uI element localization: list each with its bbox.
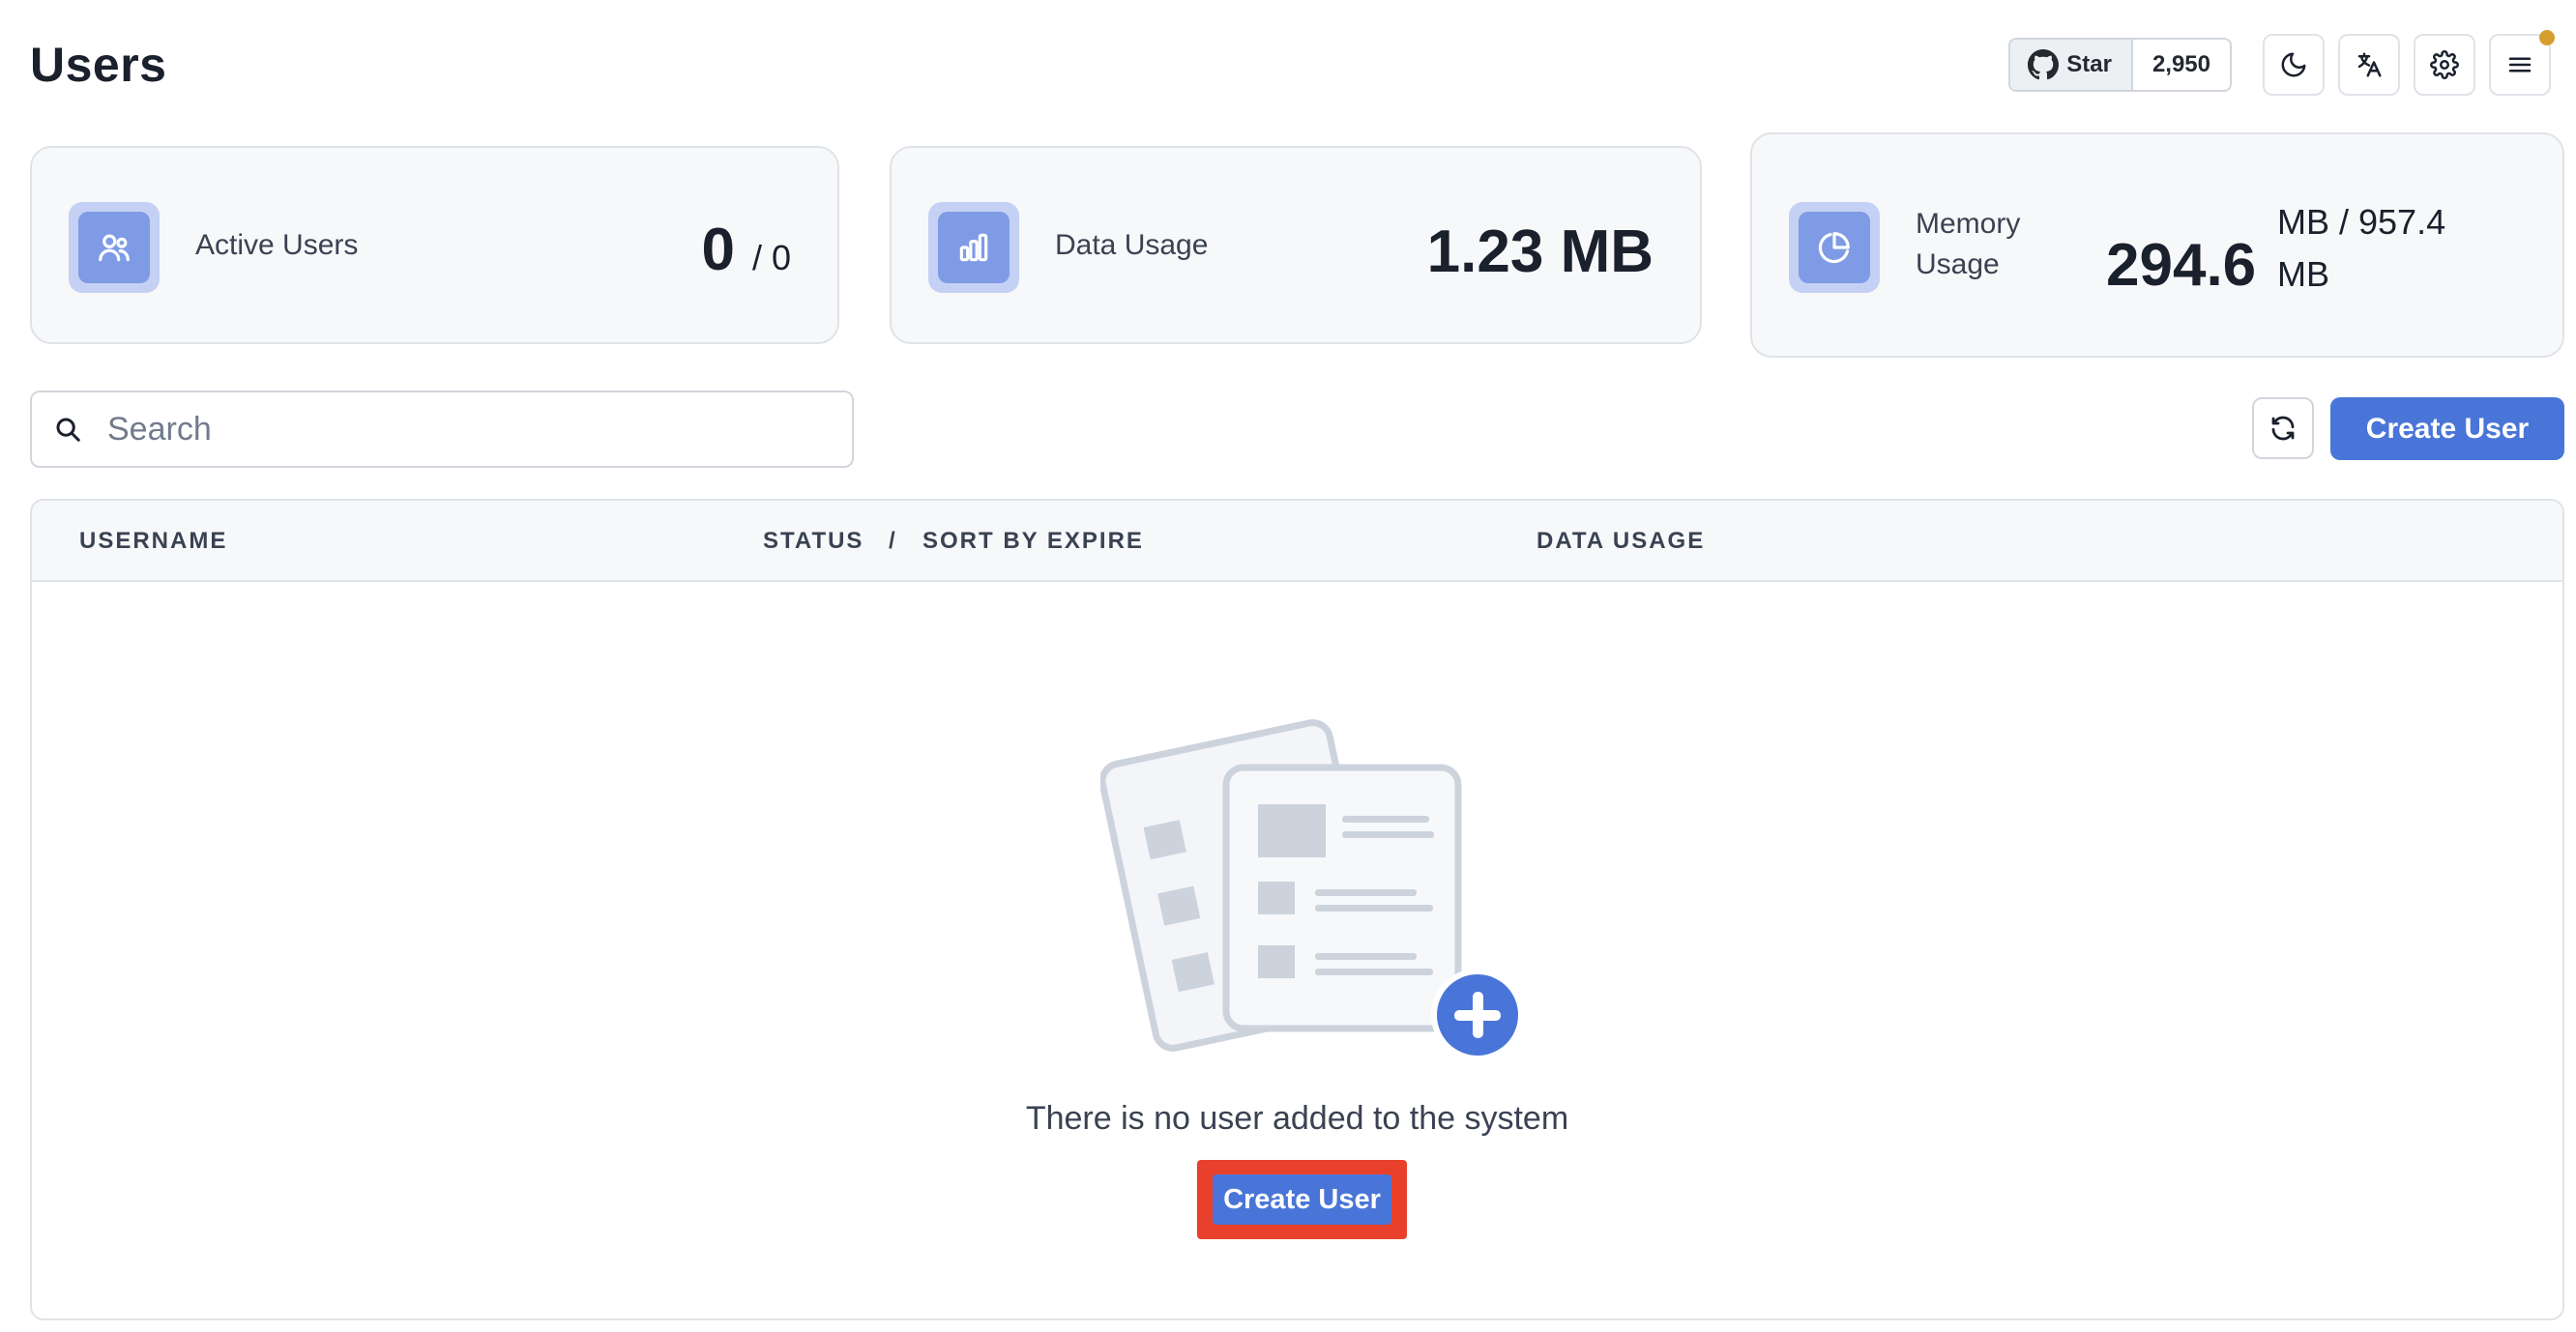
create-user-button[interactable]: Create User <box>2330 397 2564 460</box>
data-usage-value: 1.23 MB <box>1426 218 1654 285</box>
language-button[interactable] <box>2338 34 2400 96</box>
memory-usage-unit: MB / 957.4 MB <box>2277 202 2446 294</box>
empty-state-create-user-button[interactable]: Create User <box>1213 1174 1391 1225</box>
data-usage-label: Data Usage <box>1055 229 1209 261</box>
translate-icon <box>2357 52 2382 77</box>
search-input[interactable] <box>107 410 842 449</box>
active-users-value: 0 / 0 <box>701 216 791 284</box>
users-icon <box>99 234 130 262</box>
search-box[interactable] <box>30 391 854 468</box>
github-star-count[interactable]: 2,950 <box>2132 40 2230 90</box>
notification-dot <box>2539 30 2555 45</box>
menu-button[interactable] <box>2489 30 2555 96</box>
active-users-total: / 0 <box>751 238 791 277</box>
bar-chart-icon <box>959 233 988 262</box>
active-users-count: 0 <box>701 217 735 283</box>
memory-usage-label: Memory Usage <box>1916 208 2021 280</box>
moon-icon <box>2281 52 2306 77</box>
github-star-label: Star <box>2066 51 2112 77</box>
github-icon <box>2028 49 2060 80</box>
pie-chart-icon <box>1818 232 1850 264</box>
refresh-button[interactable] <box>2252 397 2314 459</box>
github-star-widget[interactable]: Star 2,950 <box>2008 38 2232 92</box>
header-toolbar: Star 2,950 <box>2008 30 2555 96</box>
active-users-icon-container <box>69 202 160 293</box>
active-users-card: Active Users 0 / 0 <box>30 146 839 344</box>
memory-usage-icon-container <box>1789 202 1880 293</box>
create-user-highlight: Create User <box>1197 1160 1407 1239</box>
data-usage-card: Data Usage 1.23 MB <box>890 146 1702 344</box>
column-status[interactable]: STATUS <box>763 528 864 555</box>
data-usage-icon-container <box>928 202 1019 293</box>
github-star-button[interactable]: Star <box>2010 40 2133 90</box>
users-table: USERNAME STATUS / SORT BY EXPIRE DATA US… <box>30 499 2564 1320</box>
active-users-label: Active Users <box>195 229 359 261</box>
search-icon <box>56 418 80 442</box>
refresh-icon <box>2271 416 2295 441</box>
empty-state: There is no user added to the system Cre… <box>32 582 2562 1318</box>
memory-usage-value: 294.6 <box>2106 232 2257 299</box>
page-title: Users <box>30 38 167 92</box>
column-data-usage: DATA USAGE <box>1537 528 1706 554</box>
empty-list-illustration-icon <box>1100 719 1524 1061</box>
settings-button[interactable] <box>2414 34 2475 96</box>
gear-icon <box>2430 50 2459 79</box>
table-header: USERNAME STATUS / SORT BY EXPIRE DATA US… <box>32 501 2562 582</box>
theme-toggle-button[interactable] <box>2263 34 2325 96</box>
column-username: USERNAME <box>79 528 228 554</box>
menu-icon <box>2508 57 2532 72</box>
column-separator: / <box>889 528 897 554</box>
empty-state-message: There is no user added to the system <box>1025 1100 1569 1137</box>
memory-usage-card: Memory Usage 294.6 MB / 957.4 MB <box>1750 132 2564 358</box>
column-sort-by-expire[interactable]: SORT BY EXPIRE <box>922 528 1144 555</box>
